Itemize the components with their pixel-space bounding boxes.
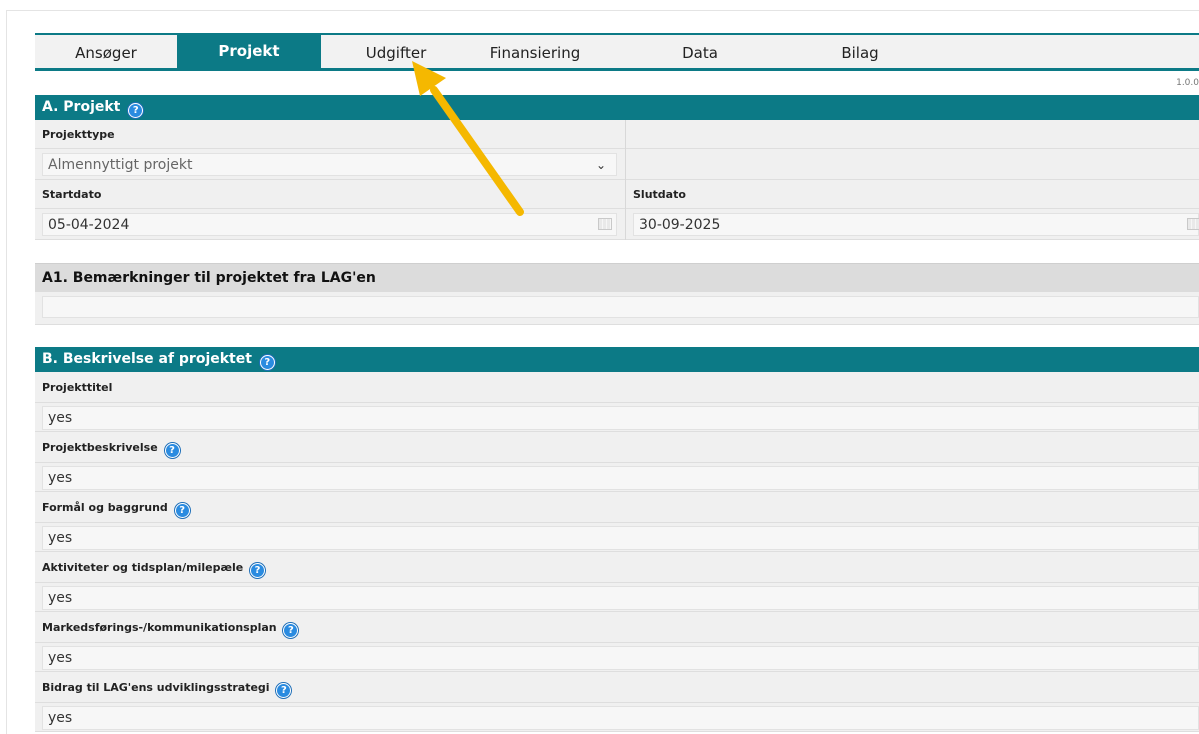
section-a-title: A. Projekt <box>42 99 121 115</box>
help-icon[interactable]: ? <box>283 623 299 638</box>
markedsfoering-label-row: Markedsførings-/kommunikationsplan ? <box>35 612 1199 643</box>
formaal-field[interactable]: yes <box>42 526 1199 550</box>
startdato-value: 05-04-2024 <box>48 217 130 233</box>
field-label: Formål og baggrund <box>42 501 168 514</box>
field-label: Bidrag til LAG'ens udviklingsstrategi <box>42 681 270 694</box>
help-icon[interactable]: ? <box>259 355 275 370</box>
section-projekt: A. Projekt ? Projekttype Almennyttigt pr… <box>35 95 1199 240</box>
help-icon[interactable]: ? <box>174 503 190 518</box>
field-label: Projekttitel <box>42 381 113 394</box>
version-label: 1.0.0 <box>1176 78 1199 88</box>
field-label-wrap: Projektbeskrivelse ? <box>35 441 180 458</box>
help-icon[interactable]: ? <box>128 103 144 118</box>
field-label-wrap: Formål og baggrund ? <box>35 501 190 518</box>
tab-udgifter[interactable]: Udgifter <box>321 35 471 68</box>
calendar-icon[interactable] <box>1187 218 1199 230</box>
chevron-down-icon: ⌄ <box>595 158 606 172</box>
section-b-header: B. Beskrivelse af projektet ? <box>35 347 1199 372</box>
section-a1-header: A1. Bemærkninger til projektet fra LAG'e… <box>35 263 1199 292</box>
section-beskrivelse: B. Beskrivelse af projektet ? Projekttit… <box>35 347 1199 732</box>
slutdato-label: Slutdato <box>633 188 686 201</box>
help-icon[interactable]: ? <box>164 443 180 458</box>
calendar-icon[interactable] <box>598 218 612 230</box>
projektbeskrivelse-label-row: Projektbeskrivelse ? <box>35 432 1199 463</box>
field-label-wrap: Bidrag til LAG'ens udviklingsstrategi ? <box>35 681 292 698</box>
aktiviteter-value-row: yes <box>35 583 1199 612</box>
field-label: Projektbeskrivelse <box>42 441 158 454</box>
projekttitel-value-row: yes <box>35 403 1199 432</box>
section-bemaerkninger: A1. Bemærkninger til projektet fra LAG'e… <box>35 263 1199 325</box>
slutdato-input[interactable]: 30-09-2025 <box>633 213 1199 236</box>
bemaerkninger-row <box>35 292 1199 325</box>
projekttitel-field[interactable]: yes <box>42 406 1199 430</box>
field-label: Markedsførings-/kommunikationsplan <box>42 621 277 634</box>
startdato-label: Startdato <box>42 188 102 201</box>
slutdato-value: 30-09-2025 <box>639 217 721 233</box>
projekttype-value-row: Almennyttigt projekt ⌄ <box>35 149 1199 180</box>
tab-bilag[interactable]: Bilag <box>795 35 925 68</box>
section-b-title: B. Beskrivelse af projektet <box>42 351 252 367</box>
markedsfoering-field[interactable]: yes <box>42 646 1199 670</box>
tab-data[interactable]: Data <box>625 35 775 68</box>
dato-label-row: Startdato Slutdato <box>35 180 1199 209</box>
section-a-header: A. Projekt ? <box>35 95 1199 120</box>
help-icon[interactable]: ? <box>250 563 266 578</box>
projekttype-label-row: Projekttype <box>35 120 1199 149</box>
field-label-wrap: Markedsførings-/kommunikationsplan ? <box>35 621 299 638</box>
formaal-value-row: yes <box>35 523 1199 552</box>
field-label: Aktiviteter og tidsplan/milepæle <box>42 561 244 574</box>
projekttype-select[interactable]: Almennyttigt projekt ⌄ <box>42 153 617 176</box>
help-icon[interactable]: ? <box>276 683 292 698</box>
projekttype-select-value: Almennyttigt projekt <box>48 157 193 173</box>
bidrag-label-row: Bidrag til LAG'ens udviklingsstrategi ? <box>35 672 1199 703</box>
startdato-input[interactable]: 05-04-2024 <box>42 213 617 236</box>
formaal-label-row: Formål og baggrund ? <box>35 492 1199 523</box>
projektbeskrivelse-value-row: yes <box>35 463 1199 492</box>
bemaerkninger-field[interactable] <box>42 296 1199 318</box>
field-label-wrap: Aktiviteter og tidsplan/milepæle ? <box>35 561 266 578</box>
projekttitel-label-row: Projekttitel <box>35 372 1199 403</box>
projektbeskrivelse-field[interactable]: yes <box>42 466 1199 490</box>
aktiviteter-label-row: Aktiviteter og tidsplan/milepæle ? <box>35 552 1199 583</box>
section-a1-title: A1. Bemærkninger til projektet fra LAG'e… <box>42 270 376 286</box>
markedsfoering-value-row: yes <box>35 643 1199 672</box>
tab-finansiering[interactable]: Finansiering <box>471 35 599 68</box>
dato-value-row: 05-04-2024 30-09-2025 <box>35 209 1199 240</box>
tab-ansoger[interactable]: Ansøger <box>35 35 177 68</box>
tab-bar: Ansøger Projekt Udgifter Finansiering Da… <box>35 33 1199 71</box>
projekttype-label: Projekttype <box>42 128 115 141</box>
tab-projekt[interactable]: Projekt <box>177 35 321 68</box>
aktiviteter-field[interactable]: yes <box>42 586 1199 610</box>
bidrag-value-row: yes <box>35 703 1199 732</box>
bidrag-field[interactable]: yes <box>42 706 1199 730</box>
